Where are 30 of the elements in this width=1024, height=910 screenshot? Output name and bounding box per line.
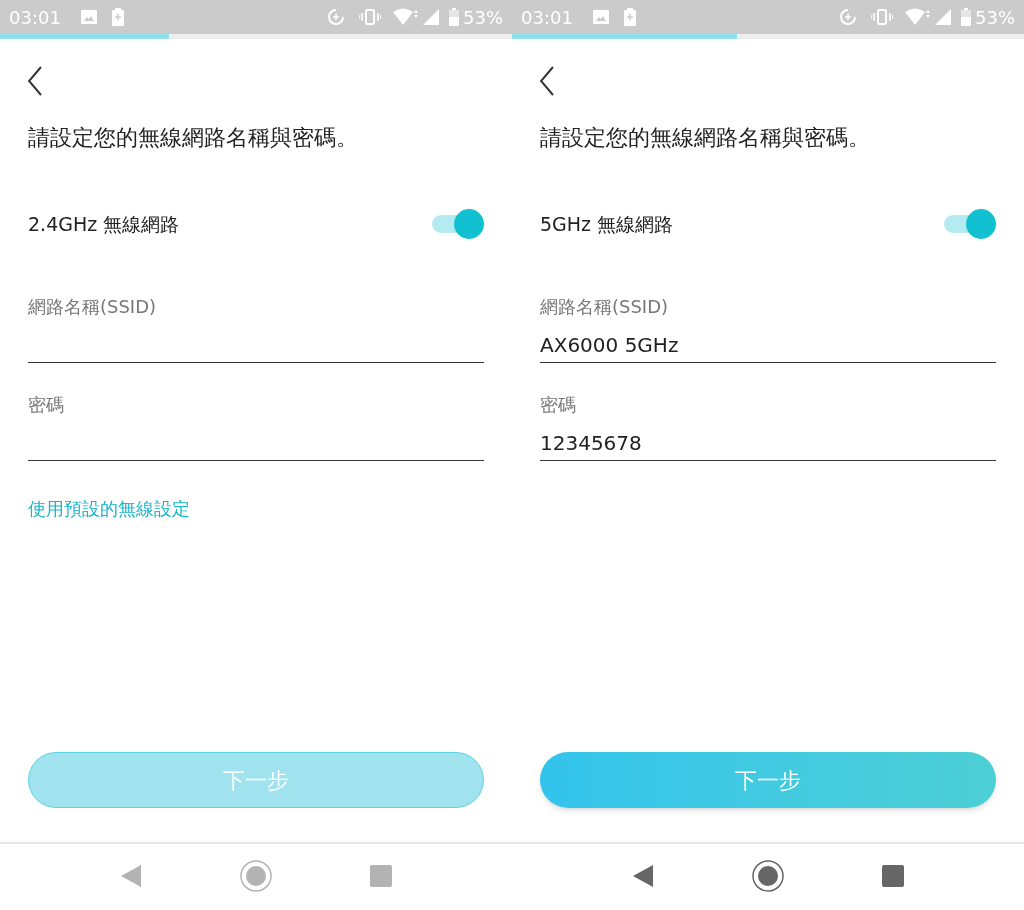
signal-icon xyxy=(935,9,951,25)
field-label: 網路名稱(SSID) xyxy=(28,295,158,319)
band-toggle[interactable] xyxy=(430,209,484,239)
band-label: 2.4GHz 無線網路 xyxy=(28,211,180,237)
field-label: 網路名稱(SSID) xyxy=(540,295,670,319)
vibrate-icon xyxy=(359,9,381,25)
band-toggle[interactable] xyxy=(942,209,996,239)
image-icon xyxy=(80,10,97,24)
home-nav-icon[interactable] xyxy=(752,860,784,892)
wifi-icon xyxy=(905,8,931,26)
input-field[interactable]: 12345678 xyxy=(540,425,996,461)
battery-icon xyxy=(961,8,971,26)
next-button[interactable]: 下一步 xyxy=(540,752,996,808)
image-icon xyxy=(592,10,609,24)
vibrate-icon xyxy=(871,9,893,25)
signal-icon xyxy=(423,9,439,25)
input-field[interactable]: AX6000 5GHz xyxy=(540,327,996,363)
page-title: 請設定您的無線網路名稱與密碼。 xyxy=(540,124,871,152)
battery-icon xyxy=(449,8,459,26)
field-label: 密碼 xyxy=(28,393,65,417)
battery-plus-icon xyxy=(623,8,636,26)
field-label: 密碼 xyxy=(540,393,577,417)
data-saver-icon xyxy=(839,8,857,26)
band-label: 5GHz 無線網路 xyxy=(540,211,674,237)
default-settings-link[interactable]: 使用預設的無線設定 xyxy=(28,495,484,522)
data-saver-icon xyxy=(327,8,345,26)
page-title: 請設定您的無線網路名稱與密碼。 xyxy=(28,124,359,152)
wifi-icon xyxy=(393,8,419,26)
back-nav-icon[interactable] xyxy=(632,864,654,888)
battery-plus-icon xyxy=(111,8,124,26)
